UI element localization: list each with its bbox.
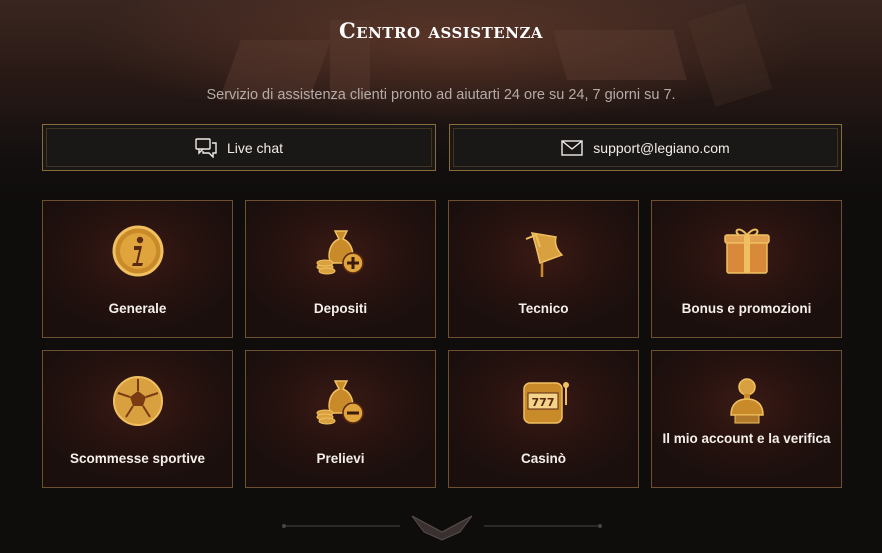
category-card-bonus[interactable]: Bonus e promozioni [651, 200, 842, 338]
gift-box-icon [652, 223, 841, 279]
live-chat-button[interactable]: Live chat [42, 124, 436, 171]
footer-ornament [282, 512, 602, 542]
category-label: Generale [108, 301, 167, 316]
category-card-account[interactable]: Il mio account e la verifica [651, 350, 842, 488]
category-label: Depositi [313, 301, 368, 316]
envelope-icon [561, 139, 583, 156]
banner-flag-icon [449, 223, 638, 279]
email-support-button[interactable]: support@legiano.com [449, 124, 842, 171]
category-label: Scommesse sportive [69, 451, 206, 466]
category-card-scommesse[interactable]: Scommesse sportive [42, 350, 233, 488]
page-title: Centro assistenza [338, 18, 544, 43]
category-label: Prelievi [316, 451, 365, 466]
svg-text:777: 777 [531, 396, 554, 409]
category-card-tecnico[interactable]: Tecnico [448, 200, 639, 338]
bust-statue-icon [652, 373, 841, 429]
category-card-generale[interactable]: Generale [42, 200, 233, 338]
category-label: Bonus e promozioni [681, 301, 812, 316]
category-card-prelievi[interactable]: Prelievi [245, 350, 436, 488]
money-bag-minus-icon [246, 373, 435, 429]
category-card-depositi[interactable]: Depositi [245, 200, 436, 338]
email-support-label: support@legiano.com [593, 139, 730, 156]
category-label: Tecnico [518, 301, 569, 316]
category-card-casino[interactable]: 777 Casinò [448, 350, 639, 488]
category-label: Casinò [520, 451, 566, 466]
info-coin-icon [43, 223, 232, 279]
slot-machine-icon: 777 [449, 373, 638, 429]
football-icon [43, 373, 232, 429]
money-bag-plus-icon [246, 223, 435, 279]
category-label: Il mio account e la verifica [662, 431, 831, 446]
chat-icon [195, 137, 217, 158]
live-chat-label: Live chat [226, 139, 284, 156]
page-subtitle: Servizio di assistenza clienti pronto ad… [206, 87, 676, 103]
